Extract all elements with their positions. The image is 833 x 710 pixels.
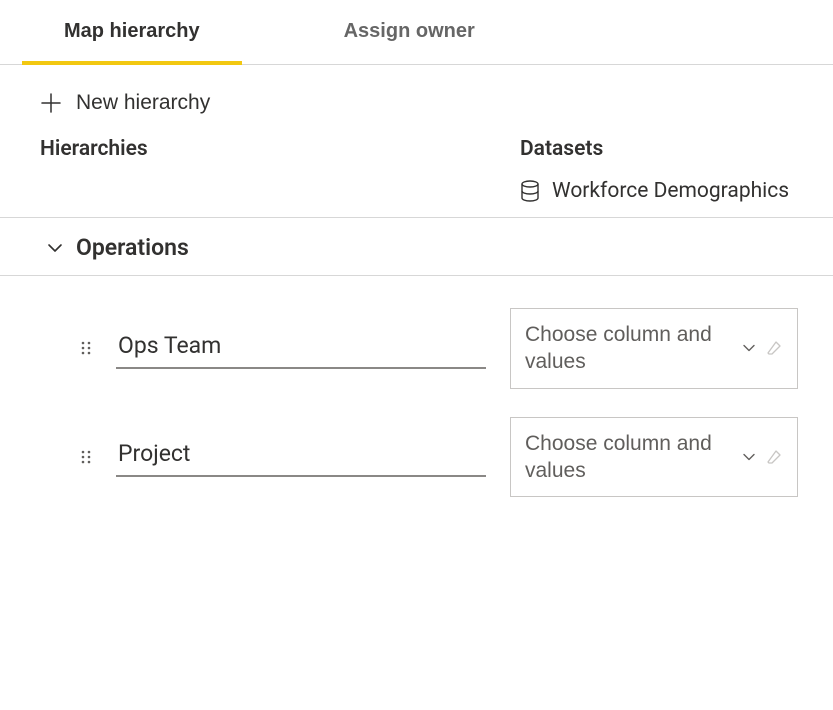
database-icon bbox=[520, 180, 540, 202]
eraser-icon bbox=[765, 448, 783, 466]
column-values-placeholder: Choose column and values bbox=[525, 430, 731, 485]
tab-label: Map hierarchy bbox=[64, 20, 200, 42]
chevron-down-icon bbox=[741, 340, 757, 356]
new-hierarchy-button[interactable]: New hierarchy bbox=[40, 87, 210, 119]
level-name-input[interactable] bbox=[116, 328, 486, 369]
drag-handle-icon[interactable] bbox=[80, 340, 92, 356]
chevron-down-icon bbox=[741, 449, 757, 465]
dataset-item[interactable]: Workforce Demographics bbox=[520, 179, 793, 203]
column-values-dropdown[interactable]: Choose column and values bbox=[510, 308, 798, 389]
chevron-down-icon bbox=[46, 239, 64, 257]
tab-bar: Map hierarchy Assign owner bbox=[0, 0, 833, 65]
column-values-placeholder: Choose column and values bbox=[525, 321, 731, 376]
tab-map-hierarchy[interactable]: Map hierarchy bbox=[22, 0, 242, 65]
hierarchy-levels: Choose column and values Choose colum bbox=[0, 276, 833, 511]
dataset-name: Workforce Demographics bbox=[552, 179, 789, 203]
level-name-input[interactable] bbox=[116, 436, 486, 477]
new-hierarchy-label: New hierarchy bbox=[76, 91, 210, 115]
hierarchy-expand-row[interactable]: Operations bbox=[0, 218, 833, 276]
drag-handle-icon[interactable] bbox=[80, 449, 92, 465]
datasets-header: Datasets bbox=[520, 137, 603, 161]
dataset-row: Workforce Demographics bbox=[0, 167, 833, 218]
column-headers: Hierarchies Datasets bbox=[0, 129, 833, 167]
eraser-icon bbox=[765, 339, 783, 357]
tab-label: Assign owner bbox=[344, 20, 475, 42]
toolbar: New hierarchy bbox=[0, 65, 833, 129]
level-row: Choose column and values bbox=[0, 294, 833, 403]
tab-assign-owner[interactable]: Assign owner bbox=[302, 0, 517, 65]
plus-icon bbox=[40, 92, 62, 114]
column-values-dropdown[interactable]: Choose column and values bbox=[510, 417, 798, 498]
level-row: Choose column and values bbox=[0, 403, 833, 512]
hierarchy-name: Operations bbox=[76, 234, 189, 261]
hierarchies-header: Hierarchies bbox=[40, 137, 148, 161]
